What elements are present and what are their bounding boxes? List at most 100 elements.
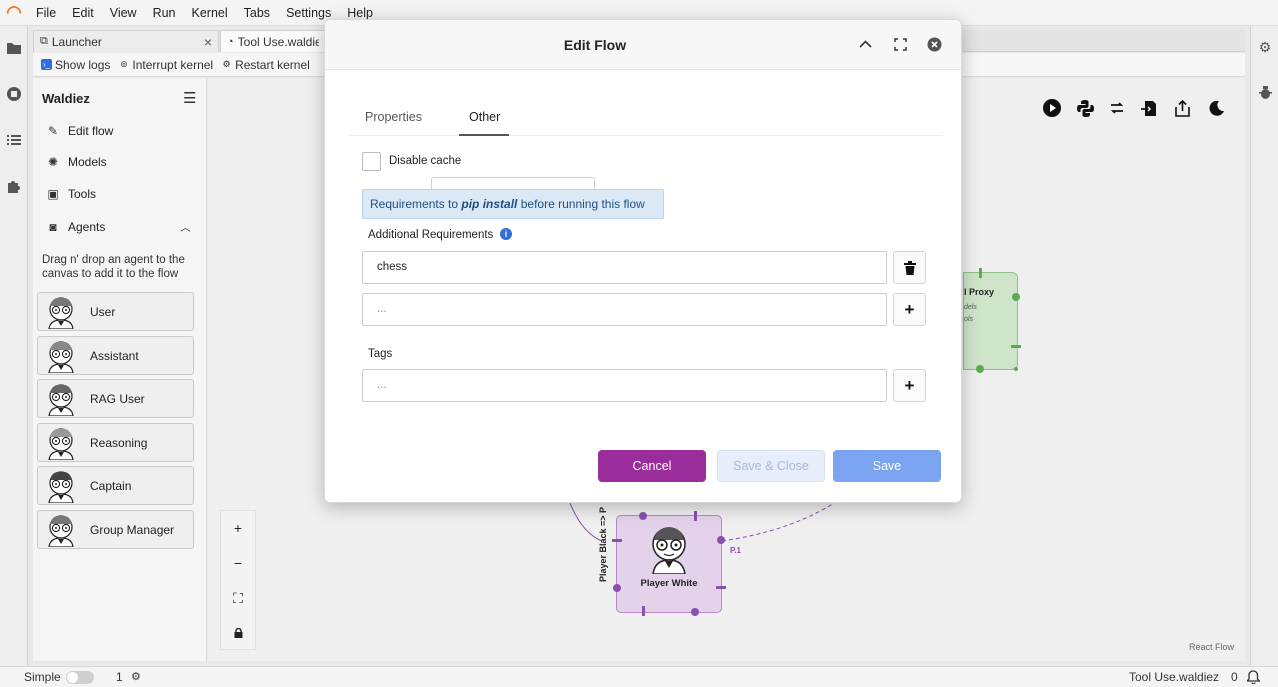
agent-card-label: Captain: [90, 478, 132, 493]
sidebar-item-label: Edit flow: [68, 124, 114, 138]
folder-icon[interactable]: [5, 39, 23, 57]
agent-card-assistant[interactable]: Assistant: [37, 336, 194, 375]
zoom-in-icon[interactable]: +: [221, 511, 255, 545]
active-tab-indicator: [459, 134, 509, 136]
tab-tool-use[interactable]: ◔ Tool Use.waldie: [220, 30, 326, 52]
handle-corner: [1014, 367, 1018, 371]
agent-card-label: Reasoning: [90, 435, 148, 450]
dark-mode-moon-icon[interactable]: [1206, 99, 1226, 117]
edit-flow-modal: Edit Flow Properties Other Disable cache…: [324, 19, 962, 503]
new-requirement-input[interactable]: ...: [362, 293, 887, 326]
edit-icon: ✎: [47, 124, 59, 138]
show-logs-button[interactable]: ›_ Show logs: [41, 58, 110, 72]
sidebar-item-edit-flow[interactable]: ✎ Edit flow: [45, 124, 113, 138]
edge-p1: [721, 502, 835, 542]
menu-view[interactable]: View: [102, 0, 145, 26]
handle-top: [979, 268, 982, 278]
tooltip-text-pre: Requirements to: [370, 197, 462, 211]
info-icon[interactable]: i: [500, 228, 512, 240]
menu-kernel[interactable]: Kernel: [184, 0, 236, 26]
handle-top-bar: [694, 511, 697, 521]
zoom-out-icon[interactable]: −: [221, 546, 255, 580]
white-node-handles: [612, 511, 726, 616]
proxy-node-handles: [976, 268, 1021, 373]
launcher-icon: ⧉: [40, 35, 48, 47]
new-tag-input[interactable]: ...: [362, 369, 887, 402]
tooltip-anchor: [431, 177, 595, 189]
sidebar-item-agents[interactable]: ◙ Agents ︿: [45, 219, 190, 235]
menu-edit[interactable]: Edit: [64, 0, 102, 26]
restart-kernel-button[interactable]: ⚙ Restart kernel: [221, 58, 310, 72]
trash-icon: [903, 260, 916, 275]
running-icon[interactable]: [5, 85, 23, 103]
agent-card-reasoning[interactable]: Reasoning: [37, 423, 194, 462]
robot-icon: ◙: [49, 219, 57, 234]
menu-run[interactable]: Run: [145, 0, 184, 26]
close-icon[interactable]: ×: [204, 34, 212, 50]
edge-label-p1[interactable]: P.1: [730, 546, 741, 555]
chevron-up-icon[interactable]: ︿: [180, 219, 190, 234]
handle-bottom: [691, 608, 699, 616]
convert-icon[interactable]: [1107, 99, 1127, 117]
sidebar-title: Waldiez: [42, 91, 90, 106]
plus-icon: +: [904, 375, 915, 395]
terminal-icon: ›_: [41, 59, 52, 70]
requirement-field[interactable]: chess: [362, 251, 887, 284]
extension-puzzle-icon[interactable]: [5, 177, 23, 195]
agent-card-group-manager[interactable]: Group Manager: [37, 510, 194, 549]
add-tag-button[interactable]: +: [893, 369, 926, 402]
edge-label-player-black[interactable]: Player Black => P: [598, 507, 608, 582]
handle-left: [613, 584, 621, 592]
menu-tabs[interactable]: Tabs: [236, 0, 278, 26]
tab-launcher[interactable]: ⧉ Launcher ×: [33, 30, 219, 52]
sidebar-item-label: Agents: [68, 219, 106, 234]
fit-view-icon[interactable]: ⛶: [221, 581, 255, 615]
delete-requirement-button[interactable]: [893, 251, 926, 284]
fullscreen-icon[interactable]: [891, 35, 909, 53]
agent-card-user[interactable]: User: [37, 292, 194, 331]
save-close-button[interactable]: Save & Close: [717, 450, 825, 482]
handle-top-left: [639, 512, 647, 520]
react-flow-attribution[interactable]: React Flow: [1189, 642, 1234, 652]
interrupt-kernel-button[interactable]: ⊚ Interrupt kernel: [118, 58, 213, 72]
sidebar-item-models[interactable]: ✺ Models: [45, 155, 107, 169]
additional-requirements-label: Additional Requirements: [368, 229, 494, 241]
waldiez-file-icon: ◔: [227, 35, 234, 48]
right-activity-bar: ⚙: [1250, 26, 1278, 666]
property-inspector-gear-icon[interactable]: ⚙: [1257, 39, 1273, 55]
cancel-button[interactable]: Cancel: [598, 450, 706, 482]
handle-right-bar: [716, 586, 726, 589]
tab-properties[interactable]: Properties: [365, 110, 422, 124]
tabs-divider: [349, 135, 943, 136]
toc-list-icon[interactable]: [5, 131, 23, 149]
save-button[interactable]: Save: [833, 450, 941, 482]
simple-mode-toggle[interactable]: [66, 671, 94, 684]
agent-card-rag-user[interactable]: RAG User: [37, 379, 194, 418]
kernel-status-icon[interactable]: ⚙: [131, 670, 141, 683]
sidebar-item-tools[interactable]: ▣ Tools: [45, 187, 96, 201]
disable-cache-checkbox[interactable]: [362, 152, 381, 171]
debugger-bug-icon[interactable]: [1257, 85, 1273, 101]
notification-bell-icon[interactable]: [1245, 670, 1262, 687]
import-icon[interactable]: [1139, 99, 1159, 117]
menu-hamburger-icon[interactable]: ☰: [183, 89, 196, 107]
lock-icon[interactable]: [221, 616, 255, 650]
close-icon[interactable]: [925, 35, 943, 53]
collapse-chevron-up-icon[interactable]: [856, 35, 874, 53]
agent-card-label: Assistant: [90, 348, 139, 363]
menu-file[interactable]: File: [28, 0, 64, 26]
add-requirement-button[interactable]: +: [893, 293, 926, 326]
agent-avatar-icon: [48, 514, 74, 547]
run-flow-icon[interactable]: [1042, 99, 1062, 117]
jupyter-logo-icon: ◠: [6, 2, 22, 22]
python-icon[interactable]: [1075, 99, 1095, 117]
export-share-icon[interactable]: [1172, 99, 1192, 117]
agent-card-label: RAG User: [90, 391, 145, 406]
notification-count: 0: [1231, 670, 1238, 684]
status-bar: Simple 1 ⚙ Tool Use.waldiez 0: [0, 666, 1278, 687]
agent-avatar-icon: [48, 427, 74, 460]
agent-card-captain[interactable]: Captain: [37, 466, 194, 505]
interrupt-label: Interrupt kernel: [132, 57, 214, 72]
mode-label: Simple: [24, 670, 61, 684]
tab-other[interactable]: Other: [469, 110, 500, 124]
